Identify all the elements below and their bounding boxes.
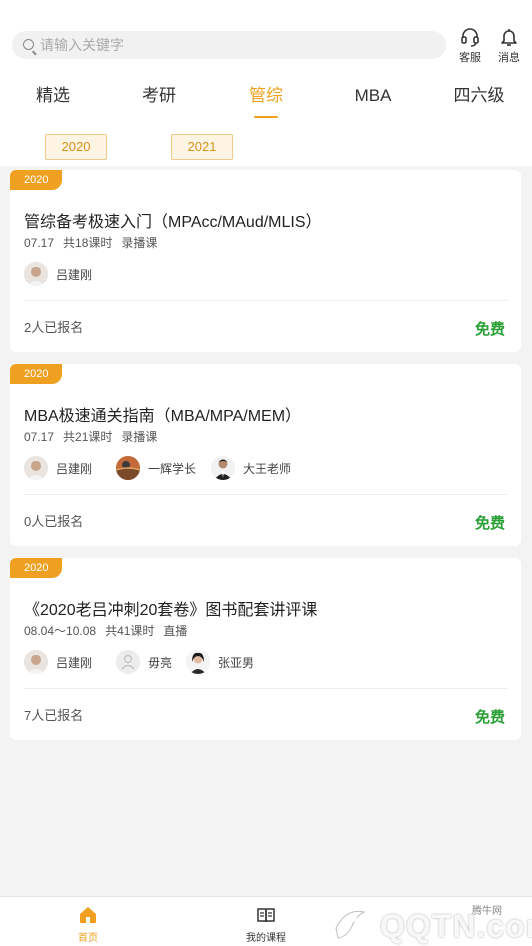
enrollment-count: 7人已报名 — [24, 708, 84, 723]
divider — [24, 300, 507, 301]
divider — [24, 494, 507, 495]
home-icon — [80, 907, 96, 923]
teacher-name: 一辉学长 — [148, 462, 197, 476]
course-date: 08.04～10.08 — [24, 624, 97, 638]
teacher-name: 毋亮 — [148, 656, 173, 670]
course-type: 录播课 — [121, 236, 158, 250]
watermark-text: QQTN.com — [380, 908, 532, 944]
teacher-name: 吕建刚 — [56, 268, 93, 282]
course-card[interactable]: 2020 《2020老吕冲刺20套卷》图书配套讲评课 08.04～10.08 共4… — [10, 558, 521, 740]
category-tabs: 精选 考研 管综 MBA 四六级 — [0, 80, 532, 120]
customer-service-button[interactable]: 客服 — [455, 27, 485, 64]
year-badge: 2020 — [10, 364, 62, 384]
teacher-name: 张亚男 — [218, 656, 255, 670]
watermark-subtext: 腾牛网 — [472, 906, 502, 917]
teacher-avatar — [116, 456, 140, 480]
course-meta: 07.17 共21课时 录播课 — [24, 428, 166, 445]
default-avatar-icon — [116, 650, 140, 674]
course-title: 管综备考极速入门（MPAcc/MAud/MLIS） — [24, 214, 322, 231]
book-icon — [257, 908, 275, 923]
year-filter-2020[interactable]: 2020 — [45, 134, 107, 160]
course-date: 07.17 — [24, 236, 55, 250]
teacher-avatar — [24, 456, 48, 480]
teacher-avatar — [24, 650, 48, 674]
bell-icon — [501, 29, 517, 46]
course-date: 07.17 — [24, 430, 55, 444]
teacher-list: 吕建刚 一辉学长 大王老师 — [24, 456, 504, 480]
course-title: 《2020老吕冲刺20套卷》图书配套讲评课 — [24, 602, 318, 619]
course-lessons: 共41课时 — [105, 624, 155, 638]
watermark-logo-icon — [335, 910, 372, 939]
enrollment-count: 2人已报名 — [24, 320, 84, 335]
nav-my-courses[interactable]: 我的课程 — [226, 903, 306, 944]
course-lessons: 共21课时 — [63, 430, 113, 444]
search-bar[interactable] — [12, 31, 446, 59]
teacher-name: 吕建刚 — [56, 656, 93, 670]
course-lessons: 共18课时 — [63, 236, 113, 250]
enrollment-count: 0人已报名 — [24, 514, 84, 529]
tab-mba[interactable]: MBA — [333, 80, 413, 120]
course-title: MBA极速通关指南（MBA/MPA/MEM） — [24, 408, 302, 425]
course-card[interactable]: 2020 MBA极速通关指南（MBA/MPA/MEM） 07.17 共21课时 录播… — [10, 364, 521, 546]
divider — [24, 688, 507, 689]
watermark: QQTN.com 腾牛网 — [330, 898, 532, 944]
nav-home-label: 首页 — [78, 933, 98, 944]
price-label: 免费 — [474, 709, 505, 726]
messages-label: 消息 — [498, 52, 520, 64]
teacher-name: 吕建刚 — [56, 462, 93, 476]
headset-icon — [461, 28, 479, 47]
price-label: 免费 — [474, 321, 505, 338]
top-header: 客服 消息 精选 考研 管综 MBA 四六级 2020 2021 — [0, 0, 532, 166]
nav-home[interactable]: 首页 — [48, 903, 128, 944]
customer-service-label: 客服 — [459, 52, 481, 64]
teacher-avatar — [211, 456, 235, 480]
messages-button[interactable]: 消息 — [494, 27, 524, 64]
course-card[interactable]: 2020 管综备考极速入门（MPAcc/MAud/MLIS） 07.17 共18课… — [10, 170, 521, 352]
search-icon — [23, 39, 34, 50]
course-type: 直播 — [163, 624, 188, 638]
tab-guanzong[interactable]: 管综 — [226, 80, 306, 120]
course-meta: 08.04～10.08 共41课时 直播 — [24, 622, 196, 639]
tab-kaoyan[interactable]: 考研 — [119, 80, 199, 120]
teacher-list: 吕建刚 — [24, 262, 504, 286]
price-label: 免费 — [474, 515, 505, 532]
course-meta: 07.17 共18课时 录播课 — [24, 234, 166, 251]
year-filter-2021[interactable]: 2021 — [171, 134, 233, 160]
search-input[interactable] — [40, 31, 440, 59]
tab-cet[interactable]: 四六级 — [439, 80, 519, 120]
year-badge: 2020 — [10, 558, 62, 578]
teacher-avatar — [186, 650, 210, 674]
teacher-name: 大王老师 — [243, 462, 292, 476]
year-badge: 2020 — [10, 170, 62, 190]
nav-my-courses-label: 我的课程 — [246, 933, 286, 944]
course-type: 录播课 — [121, 430, 158, 444]
teacher-list: 吕建刚 毋亮 张亚男 — [24, 650, 504, 674]
tab-featured[interactable]: 精选 — [13, 80, 93, 120]
teacher-avatar — [24, 262, 48, 286]
